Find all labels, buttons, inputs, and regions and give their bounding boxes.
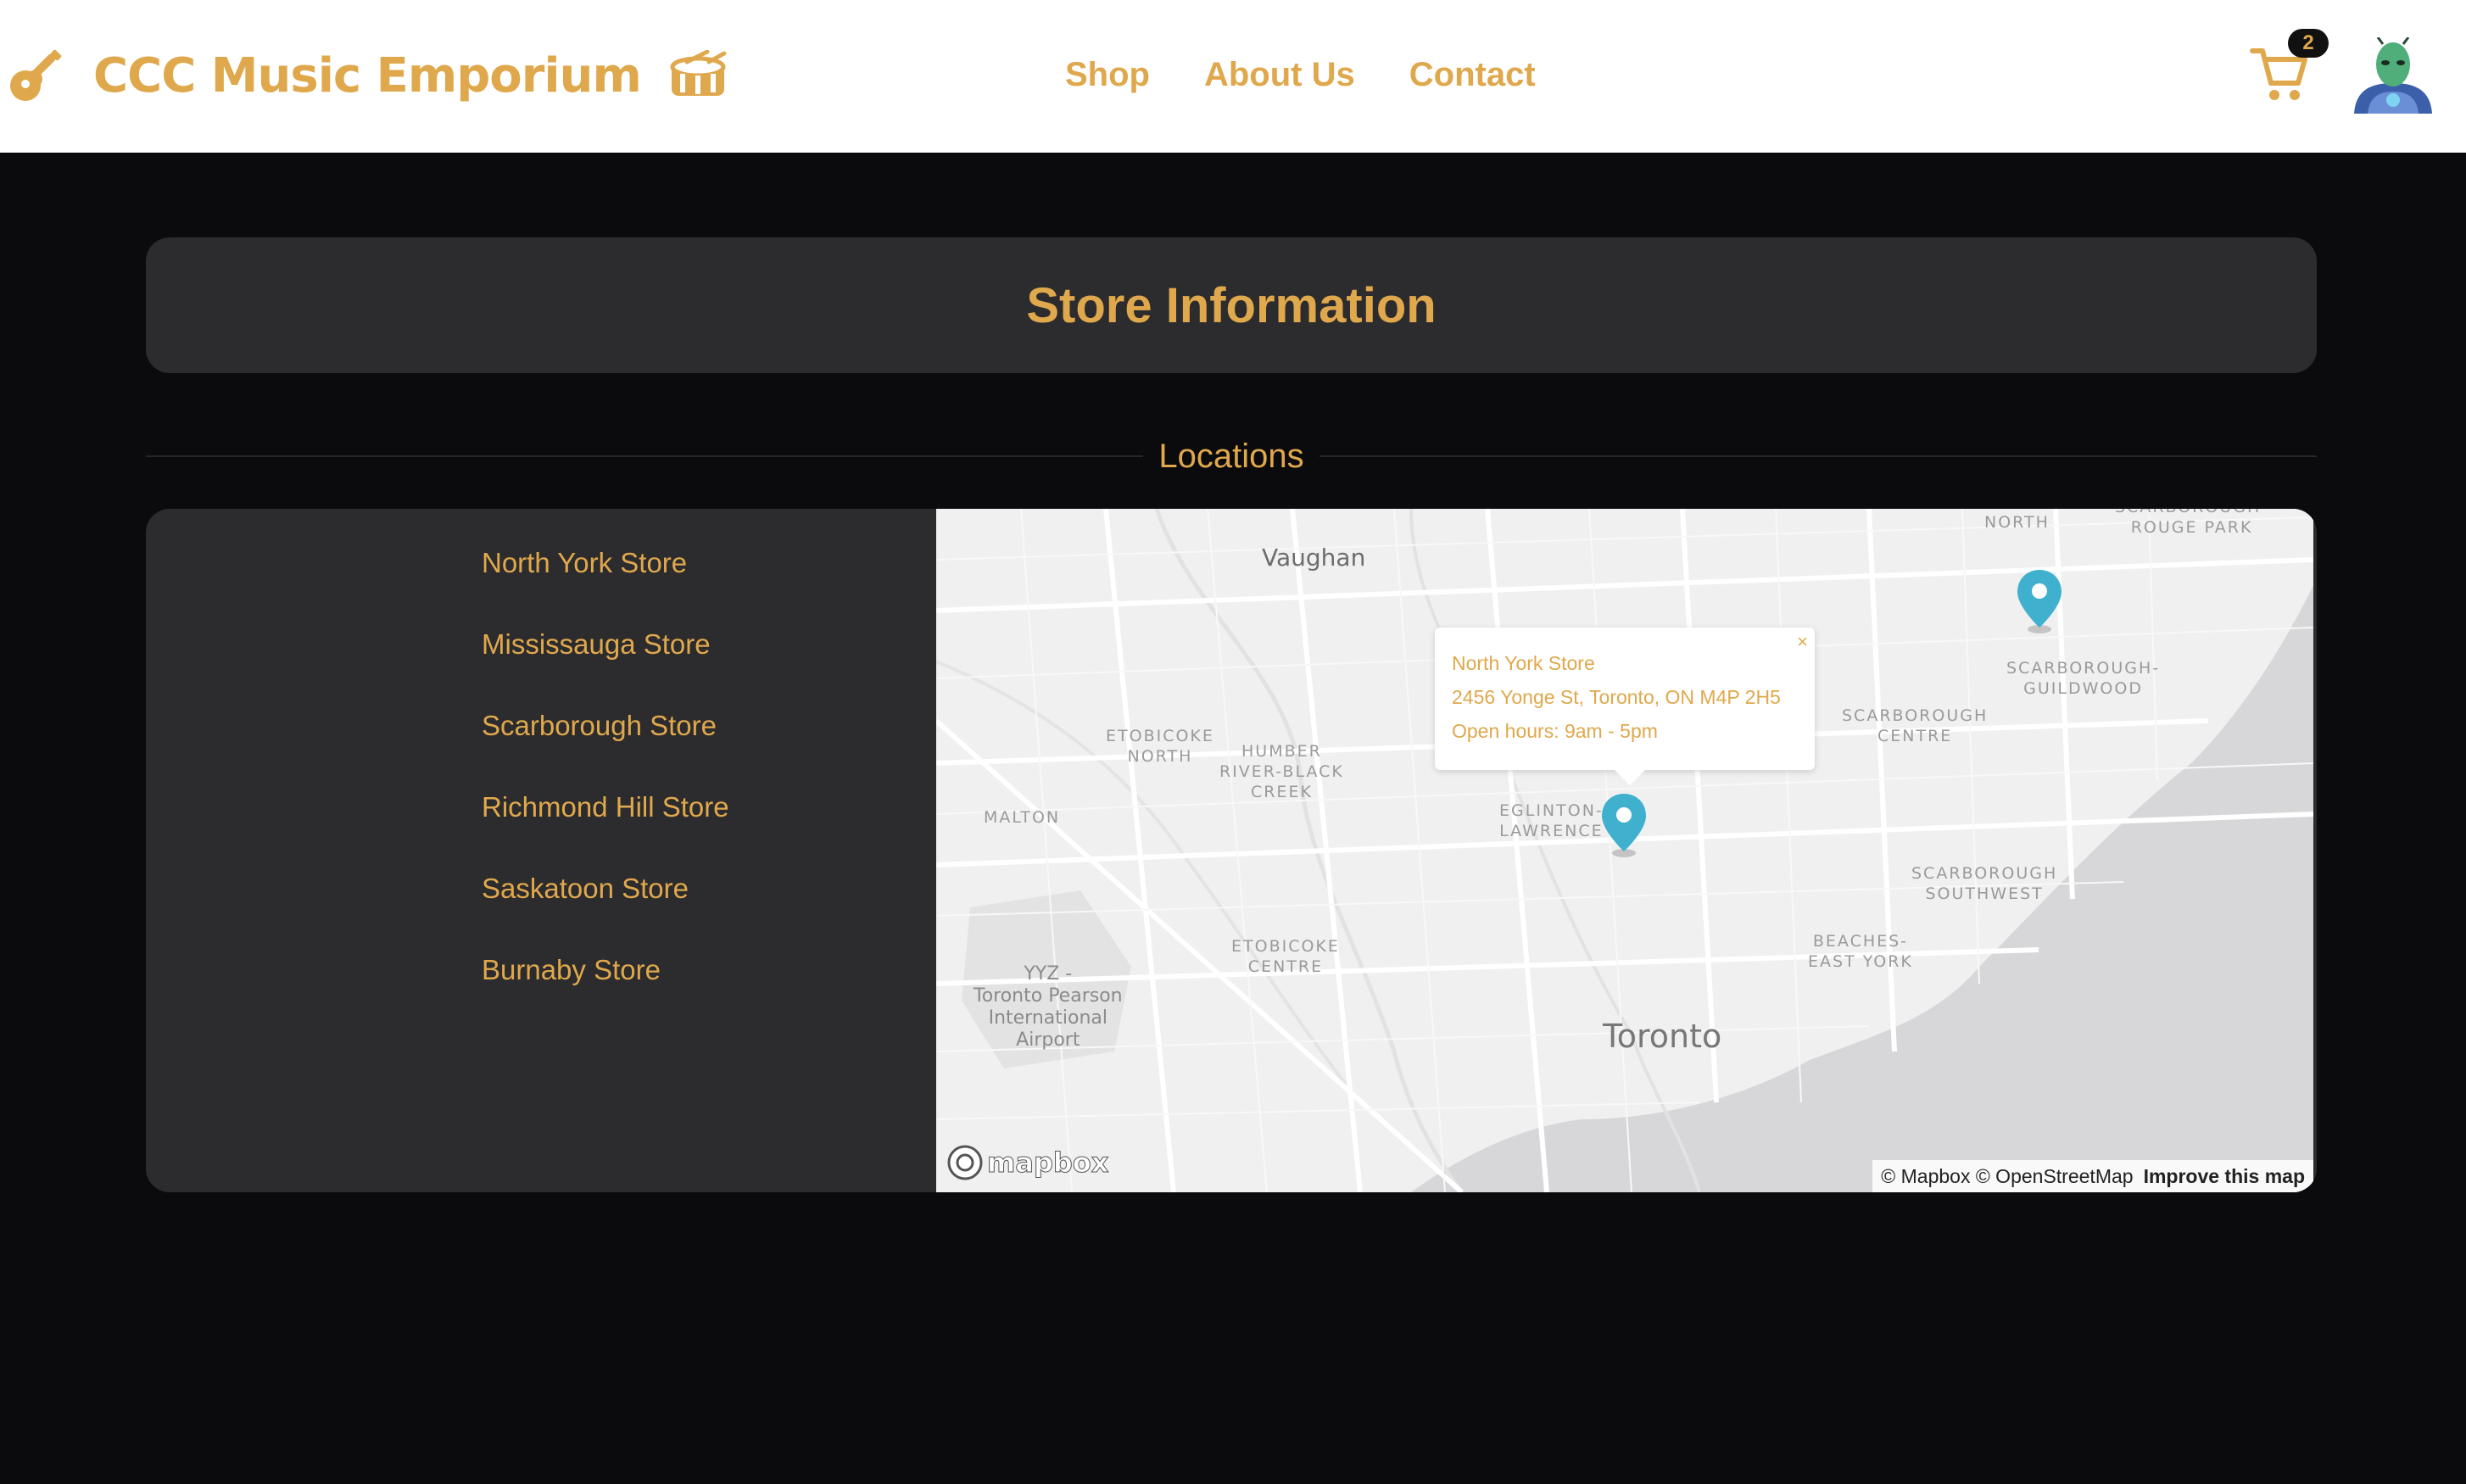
user-avatar[interactable] — [2351, 37, 2435, 115]
map-label-malton: MALTON — [984, 808, 1061, 827]
main-nav: Shop About Us Contact — [1065, 49, 1590, 100]
page-title: Store Information — [1026, 277, 1437, 333]
locations-panel: North York Store Mississauga Store Scarb… — [146, 509, 2317, 1192]
map-label-humber: HUMBER RIVER-BLACK CREEK — [1219, 742, 1344, 801]
map-label-north: NORTH — [1984, 513, 2050, 532]
guitar-icon — [10, 49, 62, 101]
brand-title: CCC Music Emporium — [93, 47, 642, 103]
cart-count-badge: 2 — [2288, 29, 2329, 58]
store-item-scarborough[interactable]: Scarborough Store — [482, 702, 729, 784]
attribution-text[interactable]: © Mapbox © OpenStreetMap — [1881, 1165, 2133, 1188]
section-title: Locations — [1158, 437, 1304, 475]
popup-store-address: 2456 Yonge St, Toronto, ON M4P 2H5 — [1452, 686, 1781, 708]
map-label-guildwood: SCARBOROUGH- GUILDWOOD — [2006, 659, 2161, 698]
store-popup: × North York Store 2456 Yonge St, Toront… — [1435, 628, 1815, 785]
nav-shop[interactable]: Shop — [1065, 56, 1150, 94]
map-label-beaches: BEACHES- EAST YORK — [1808, 932, 1913, 971]
popup-store-hours: Open hours: 9am - 5pm — [1452, 720, 1658, 742]
map-label-rouge-park: SCARBOROUGH- ROUGE PARK — [2115, 509, 2267, 537]
store-item-north-york[interactable]: North York Store — [482, 539, 729, 621]
map-attribution: © Mapbox © OpenStreetMap Improve this ma… — [1872, 1160, 2313, 1192]
map-label-toronto: Toronto — [1603, 1018, 1722, 1055]
map-marker-north-york[interactable] — [1599, 790, 1649, 858]
popup-close-button[interactable]: × — [1797, 631, 1808, 653]
title-card: Store Information — [146, 237, 2317, 373]
map-marker-scarborough[interactable] — [2015, 566, 2064, 634]
map-label-airport: YYZ - Toronto Pearson International Airp… — [974, 963, 1123, 1051]
drum-icon — [670, 50, 727, 96]
locations-heading: Locations — [146, 432, 2318, 480]
nav-contact[interactable]: Contact — [1409, 56, 1536, 94]
store-item-burnaby[interactable]: Burnaby Store — [482, 946, 729, 1028]
improve-map-link[interactable]: Improve this map — [2144, 1165, 2305, 1188]
popup-store-name: North York Store — [1452, 652, 1595, 674]
nav-about-us[interactable]: About Us — [1204, 56, 1355, 94]
brand[interactable]: CCC Music Emporium — [7, 37, 728, 114]
map-label-etobicoke-north: ETOBICOKE NORTH — [1106, 727, 1214, 766]
store-item-richmond-hill[interactable]: Richmond Hill Store — [482, 784, 729, 865]
site-header: CCC Music Emporium Shop About Us Contact… — [0, 0, 2466, 153]
divider-left — [146, 455, 1144, 457]
store-map[interactable]: Vaughan NORTH SCARBOROUGH- ROUGE PARK SC… — [936, 509, 2313, 1192]
store-item-mississauga[interactable]: Mississauga Store — [482, 621, 729, 702]
mapbox-wordmark: mapbox — [986, 1146, 1109, 1180]
map-label-scarborough-southwest: SCARBOROUGH SOUTHWEST — [1911, 864, 2058, 903]
store-list: North York Store Mississauga Store Scarb… — [482, 539, 729, 1028]
store-item-saskatoon[interactable]: Saskatoon Store — [482, 865, 729, 946]
map-label-etobicoke-centre: ETOBICOKE CENTRE — [1231, 937, 1340, 976]
mapbox-logo[interactable]: mapbox — [946, 1143, 1109, 1182]
mapbox-icon — [947, 1145, 983, 1180]
map-label-vaughan: Vaughan — [1262, 544, 1366, 572]
map-label-scarborough-centre: SCARBOROUGH CENTRE — [1842, 706, 1989, 745]
map-label-eglinton: EGLINTON- LAWRENCE — [1499, 801, 1604, 840]
divider-right — [1319, 455, 2318, 457]
